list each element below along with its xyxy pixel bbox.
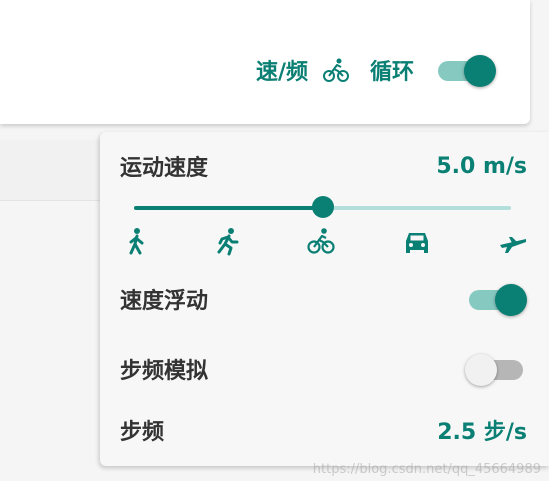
background-panel (0, 140, 110, 201)
cadence-row: 步频 2.5 步/s (120, 414, 527, 446)
bike-icon[interactable] (306, 226, 336, 256)
cadence-sim-row: 步频模拟 (120, 352, 527, 386)
cadence-sim-toggle[interactable] (465, 352, 527, 386)
speed-slider-thumb[interactable] (311, 196, 334, 218)
plane-icon[interactable] (498, 226, 528, 256)
speed-cadence-label[interactable]: 速/频 (256, 54, 308, 86)
loop-toggle-knob (464, 55, 496, 87)
speed-value: 5.0 m/s (436, 153, 527, 179)
speed-label: 运动速度 (120, 156, 209, 181)
speed-float-row: 速度浮动 (120, 282, 527, 316)
top-controls: 速/频 循环 (256, 50, 496, 90)
loop-toggle[interactable] (434, 53, 496, 87)
speed-slider[interactable] (134, 196, 511, 218)
top-card: 速/频 循环 (0, 0, 530, 124)
bike-icon[interactable] (322, 56, 350, 84)
cadence-label: 步频 (120, 420, 165, 445)
cadence-sim-label: 步频模拟 (120, 359, 209, 384)
speed-float-toggle-knob (495, 284, 527, 316)
cadence-value: 2.5 步/s (437, 420, 527, 445)
speed-float-label: 速度浮动 (120, 289, 209, 314)
loop-label: 循环 (369, 60, 414, 85)
speed-row: 运动速度 5.0 m/s (120, 150, 527, 182)
mode-icons (120, 226, 529, 256)
cadence-sim-toggle-knob (465, 354, 497, 386)
run-icon[interactable] (212, 226, 242, 256)
motion-settings-panel: 运动速度 5.0 m/s 速度浮动 步频模拟 步频 2.5 步/s (100, 132, 549, 466)
walk-icon[interactable] (122, 226, 152, 256)
watermark: https://blog.csdn.net/qq_45664989 (312, 462, 541, 477)
speed-float-toggle[interactable] (465, 282, 527, 316)
car-icon[interactable] (402, 226, 432, 256)
speed-slider-fill (134, 206, 323, 210)
